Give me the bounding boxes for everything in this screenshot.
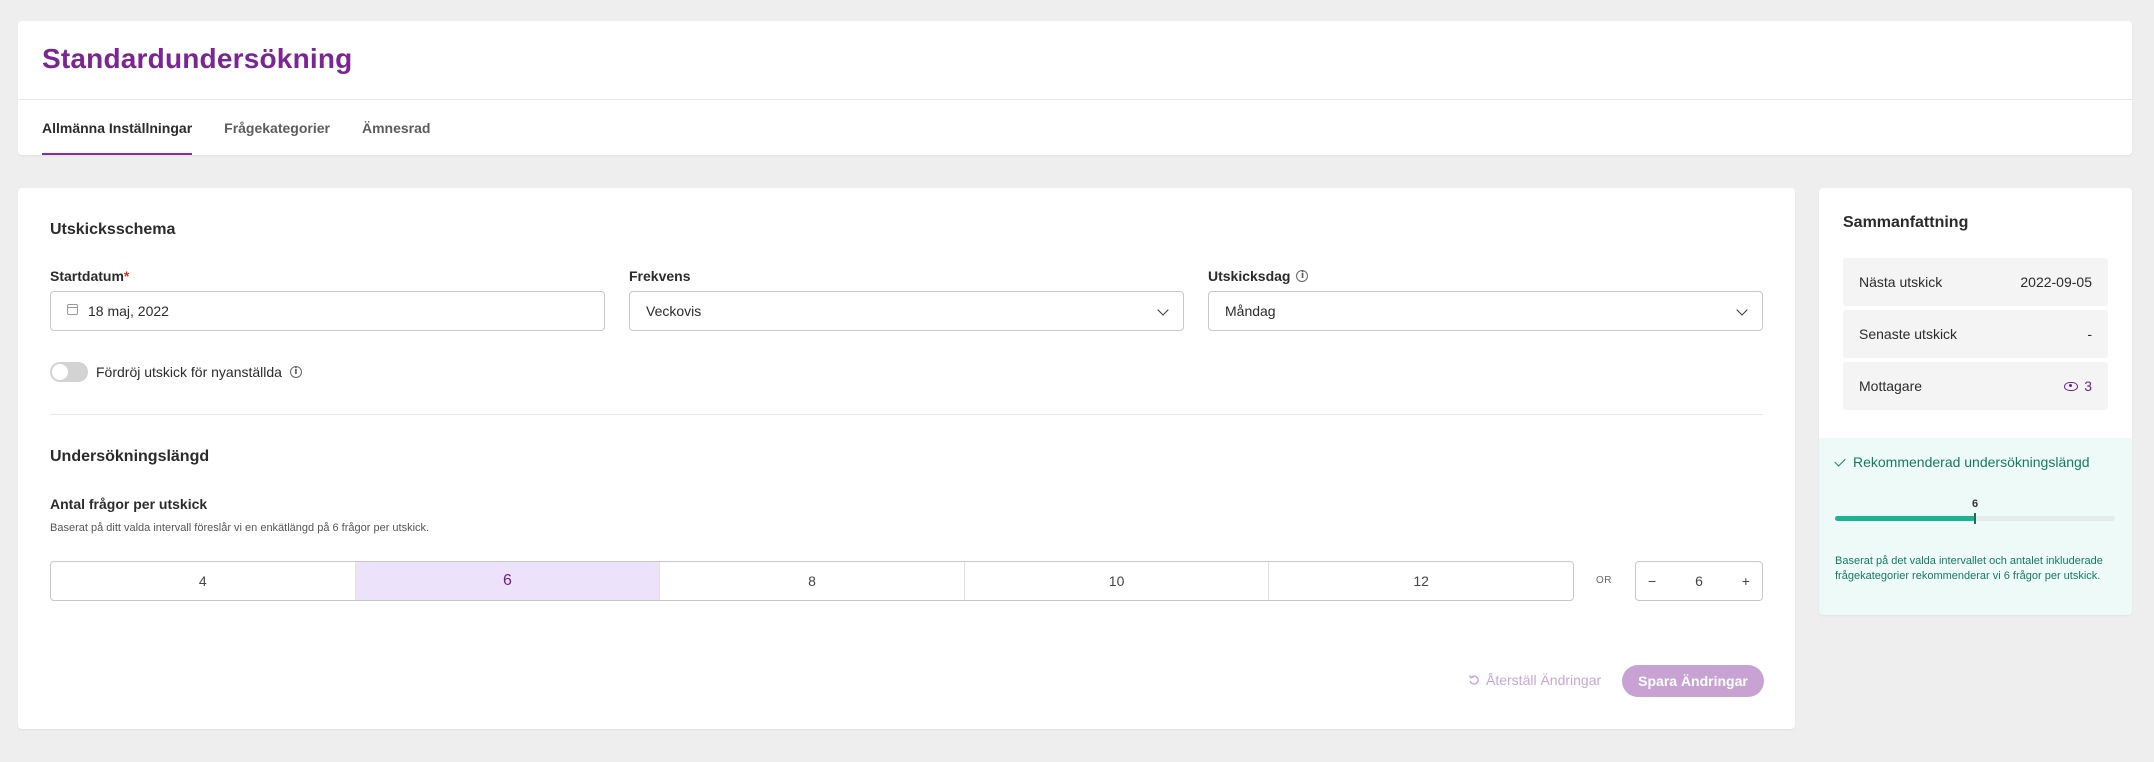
schedule-section-title: Utskicksschema [50,221,176,238]
last-send-row: Senaste utskick - [1843,310,2108,358]
page-header: Standardundersökning Allmänna Inställnin… [18,21,2132,155]
eye-icon [2064,381,2079,391]
recommendation-text: Baserat på det valda intervallet och ant… [1835,555,2103,582]
start-date-label: Startdatum * [50,268,129,284]
question-count-option[interactable]: 8 [660,562,965,600]
check-icon [1834,454,1846,467]
recommendation-marker [1974,513,1976,524]
questions-helper-text: Baserat på ditt valda intervall föreslår… [50,522,430,534]
section-divider [50,414,1763,415]
chevron-down-icon [1736,304,1748,316]
summary-card: Sammanfattning Nästa utskick 2022-09-05 … [1819,188,2132,615]
frequency-select[interactable]: Veckovis [629,291,1184,331]
calendar-icon [67,304,78,315]
next-send-row: Nästa utskick 2022-09-05 [1843,258,2108,306]
tab-question-categories[interactable]: Frågekategorier [224,100,330,155]
reset-changes-label: Återställ Ändringar [1486,672,1602,688]
tab-bar: Allmänna Inställningar Frågekategorier Ä… [42,100,430,155]
start-date-value: 18 maj, 2022 [88,303,169,319]
delay-new-hires-toggle[interactable] [50,362,88,382]
save-changes-button[interactable]: Spara Ändringar [1622,665,1764,697]
question-count-stepper: − 6 + [1635,561,1763,601]
recommendation-panel: Rekommenderad undersökningslängd 6 Baser… [1819,438,2132,615]
questions-per-send-label: Antal frågor per utskick [50,496,208,512]
question-count-option[interactable]: 4 [51,562,356,600]
info-icon[interactable]: i [289,366,302,378]
recommendation-header: Rekommenderad undersökningslängd [1834,454,2090,470]
last-send-label: Senaste utskick [1859,326,1958,342]
frequency-label: Frekvens [629,268,691,284]
tab-subject-line[interactable]: Ämnesrad [362,100,430,155]
settings-card: Utskicksschema Startdatum * 18 maj, 2022 … [18,188,1795,729]
length-section-title: Undersökningslängd [50,448,210,465]
tab-general-settings[interactable]: Allmänna Inställningar [42,100,193,155]
send-day-select[interactable]: Måndag [1208,291,1763,331]
question-count-option-selected[interactable]: 6 [355,562,661,600]
chevron-down-icon [1157,304,1169,316]
undo-icon [1468,675,1479,685]
recommendation-title: Rekommenderad undersökningslängd [1853,454,2090,470]
send-day-label: Utskicksdag i [1208,268,1309,284]
question-count-option[interactable]: 10 [965,562,1270,600]
start-date-label-text: Startdatum [50,268,124,284]
send-day-value: Måndag [1225,303,1276,319]
recipients-link[interactable]: 3 [2064,378,2092,394]
recipients-row: Mottagare 3 [1843,362,2108,410]
info-icon[interactable]: i [1296,270,1309,282]
last-send-value: - [2087,326,2092,342]
recipients-count: 3 [2084,378,2092,394]
delay-new-hires-text: Fördröj utskick för nyanställda [96,364,282,380]
required-mark: * [123,268,130,284]
recommendation-bar [1835,513,2115,524]
increment-button[interactable]: + [1742,573,1750,589]
next-send-value: 2022-09-05 [2020,274,2092,290]
stepper-value[interactable]: 6 [1695,573,1703,589]
decrement-button[interactable]: − [1648,573,1656,589]
send-day-label-text: Utskicksdag [1208,268,1291,284]
page-title: Standardundersökning [42,43,353,74]
recipients-label: Mottagare [1859,378,1923,394]
summary-title: Sammanfattning [1843,214,1969,231]
recommendation-bar-fill [1835,516,1975,521]
delay-new-hires-label: Fördröj utskick för nyanställda i [96,364,302,380]
start-date-input[interactable]: 18 maj, 2022 [50,291,605,331]
reset-changes-button[interactable]: Återställ Ändringar [1468,664,1601,696]
question-count-option[interactable]: 12 [1269,562,1573,600]
question-count-selector: 4 6 8 10 12 [50,561,1574,601]
recommendation-value: 6 [1971,498,1979,510]
frequency-value: Veckovis [646,303,702,319]
next-send-label: Nästa utskick [1859,274,1943,290]
or-label: OR [1596,575,1612,586]
